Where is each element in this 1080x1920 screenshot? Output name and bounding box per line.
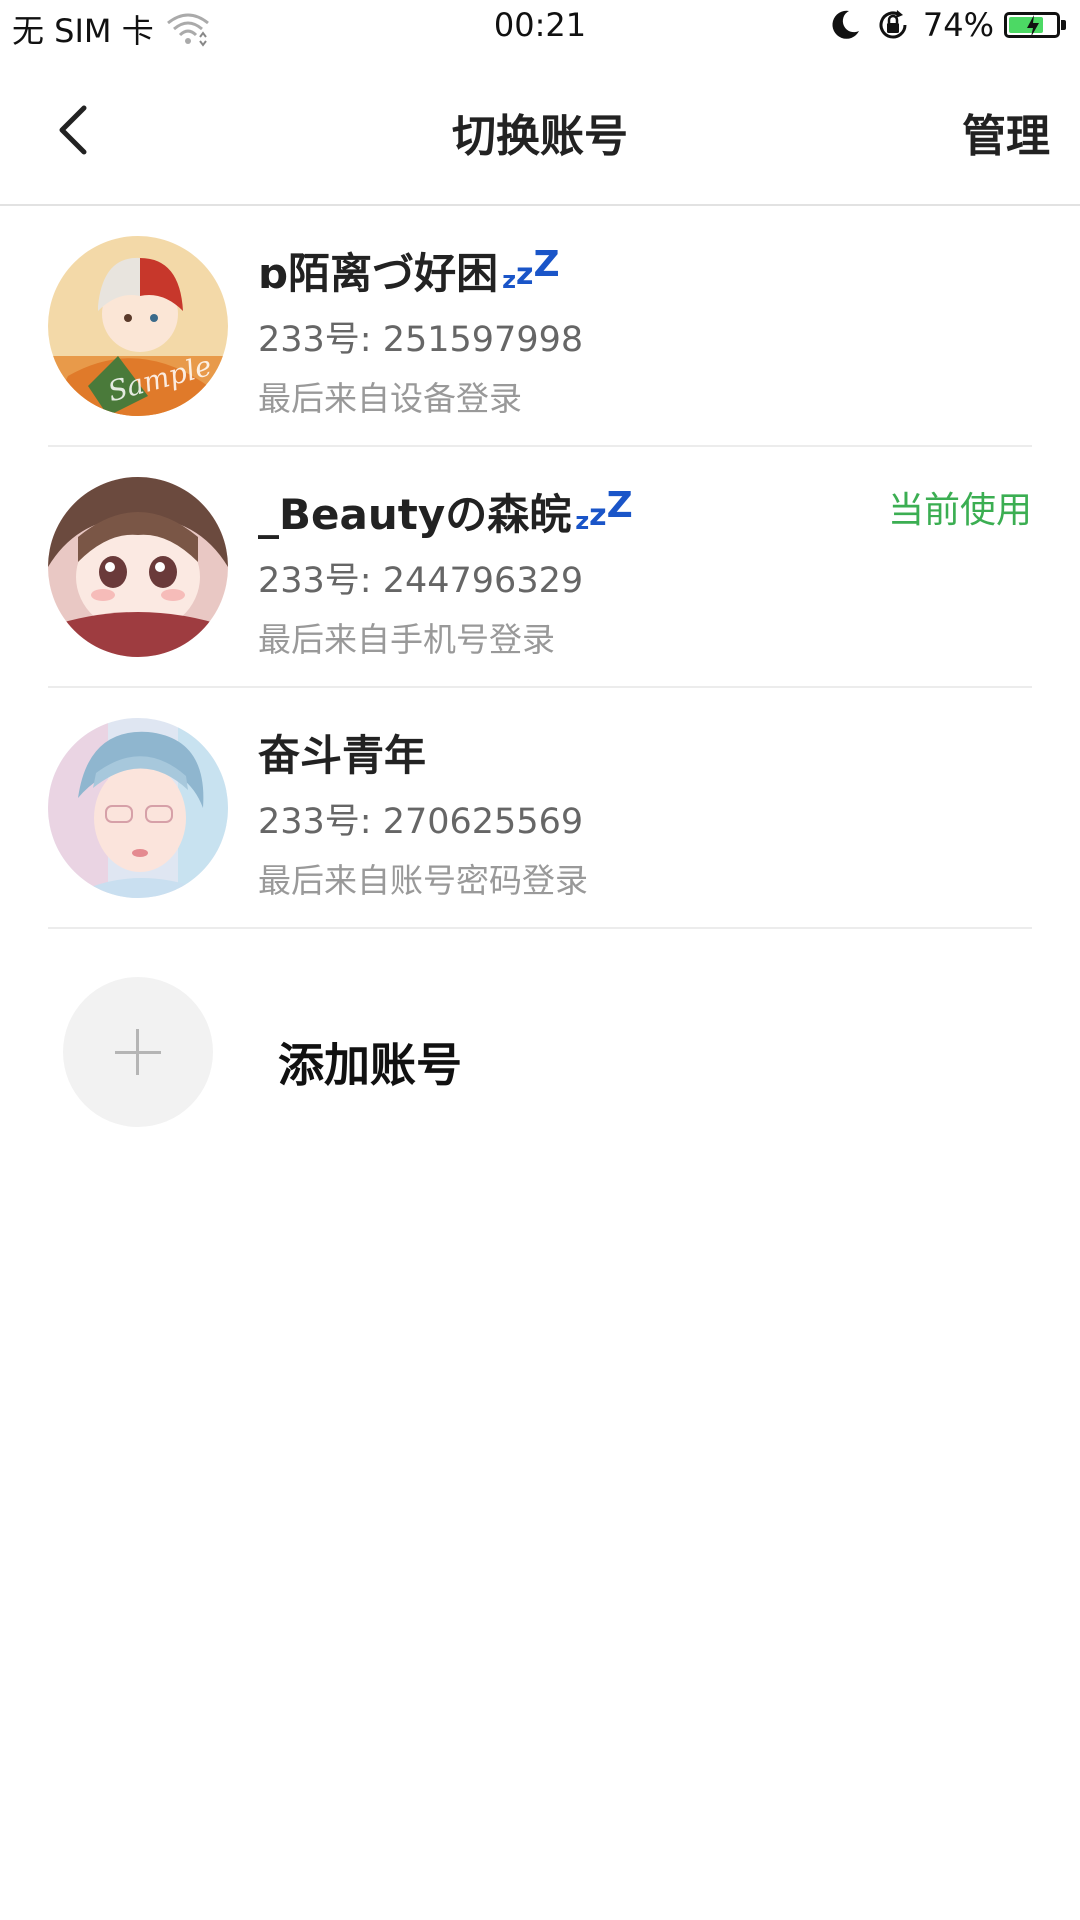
account-item[interactable]: 奋斗青年 233号: 270625569 最后来自账号密码登录 [0, 688, 1080, 929]
account-list: Sample ɒ陌离づ好困 zzZ 233号: 251597998 最后来自设备登… [0, 206, 1080, 929]
avatar: Sample [48, 236, 228, 416]
nav-bar: 切换账号 管理 [0, 56, 1080, 206]
account-login-method: 最后来自手机号登录 [258, 620, 555, 659]
account-name: _Beautyの森皖 zzZ [258, 481, 633, 542]
sleep-badge: zzZ [575, 485, 633, 535]
add-account-label: 添加账号 [278, 1038, 462, 1092]
account-name-text: 奋斗青年 [258, 731, 427, 780]
account-name-text: _Beautyの森皖 [258, 490, 572, 539]
battery-tip [1061, 20, 1066, 30]
current-account-badge: 当前使用 [887, 490, 1032, 531]
battery-charging-icon [1004, 12, 1060, 38]
account-id: 233号: 244796329 [258, 561, 584, 601]
account-name: 奋斗青年 [258, 722, 426, 783]
account-id: 233号: 270625569 [258, 802, 584, 842]
battery-percent: 74% [922, 6, 994, 44]
account-login-method: 最后来自账号密码登录 [258, 861, 588, 900]
back-button[interactable] [48, 98, 104, 162]
account-item[interactable]: Sample ɒ陌离づ好困 zzZ 233号: 251597998 最后来自设备登… [0, 206, 1080, 447]
avatar [48, 718, 228, 898]
manage-button[interactable]: 管理 [962, 100, 1050, 164]
account-name-text: ɒ陌离づ好困 [258, 249, 499, 298]
status-bar: 无 SIM 卡 00:21 74% [0, 0, 1080, 56]
rotation-lock-icon [879, 10, 907, 39]
account-login-method: 最后来自设备登录 [258, 379, 522, 418]
status-right: 74% [815, 6, 1066, 44]
chevron-left-icon [59, 105, 87, 155]
add-account-button[interactable]: 添加账号 [0, 929, 1080, 1169]
moon-icon [832, 10, 859, 39]
account-id: 233号: 251597998 [258, 320, 584, 360]
plus-icon [63, 977, 213, 1127]
account-item[interactable]: _Beautyの森皖 zzZ 当前使用 233号: 244796329 最后来自手… [0, 447, 1080, 688]
account-name: ɒ陌离づ好困 zzZ [258, 240, 560, 301]
page-title: 切换账号 [452, 111, 628, 162]
avatar [48, 477, 228, 657]
sleep-badge: zzZ [502, 244, 560, 294]
